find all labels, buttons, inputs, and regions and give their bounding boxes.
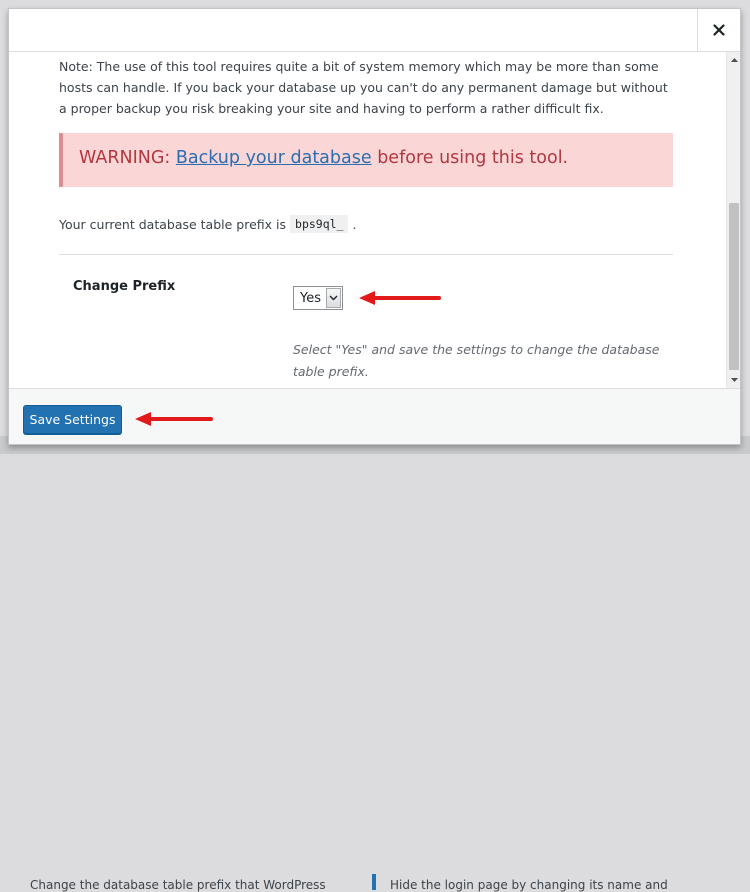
scroll-down-button[interactable] — [727, 372, 741, 388]
red-arrow-annotation-save — [135, 412, 213, 426]
red-arrow-annotation-select — [359, 291, 441, 305]
triangle-down-icon — [730, 378, 738, 382]
close-icon — [713, 24, 725, 36]
background-column-divider — [372, 874, 376, 890]
triangle-up-icon — [730, 58, 738, 62]
current-prefix-line: Your current database table prefix is bp… — [59, 215, 356, 233]
modal-content: Note: The use of this tool requires quit… — [9, 52, 726, 388]
close-button[interactable] — [697, 9, 740, 51]
warning-prefix: WARNING: — [79, 148, 171, 168]
current-prefix-period: . — [352, 216, 357, 232]
select-dropdown-button[interactable] — [326, 288, 341, 308]
warning-suffix: before using this tool. — [377, 148, 569, 168]
scrollbar-thumb[interactable] — [729, 203, 739, 370]
content-scrollbar[interactable] — [726, 52, 740, 388]
background-right-text: Hide the login page by changing its name… — [390, 878, 668, 892]
memory-note: Note: The use of this tool requires quit… — [59, 59, 668, 116]
modal-footer: Save Settings — [9, 388, 740, 444]
scroll-up-button[interactable] — [727, 52, 741, 68]
prefix-changer-modal: Note: The use of this tool requires quit… — [8, 8, 741, 445]
current-prefix-value: bps9ql_ — [290, 215, 349, 233]
background-left-text: Change the database table prefix that Wo… — [30, 878, 326, 892]
change-prefix-label: Change Prefix — [73, 279, 176, 294]
current-prefix-label: Your current database table prefix is — [59, 216, 287, 232]
modal-header — [9, 9, 740, 52]
change-prefix-select[interactable]: Yes — [293, 286, 343, 310]
section-divider — [59, 254, 673, 255]
change-prefix-description: Select "Yes" and save the settings to ch… — [293, 342, 660, 379]
change-prefix-selected: Yes — [300, 291, 321, 306]
warning-notice: WARNING: Backup your database before usi… — [59, 133, 673, 187]
save-settings-button[interactable]: Save Settings — [23, 405, 122, 434]
backup-database-link[interactable]: Backup your database — [176, 148, 372, 168]
warning-text: WARNING: Backup your database before usi… — [79, 148, 568, 168]
chevron-down-icon — [329, 295, 338, 301]
